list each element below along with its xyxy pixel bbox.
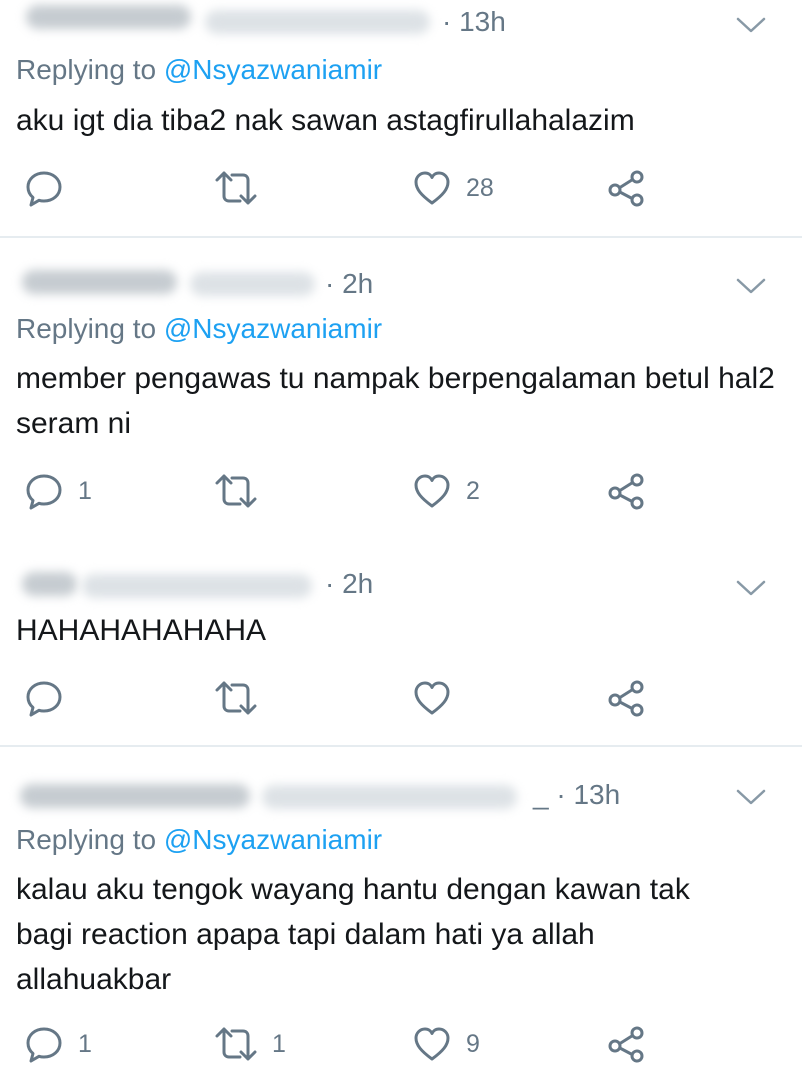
like-count: 2 <box>466 476 480 505</box>
author-handle-redacted <box>190 272 315 296</box>
share-button[interactable] <box>606 1024 646 1064</box>
author-handle-redacted <box>205 10 430 34</box>
share-button[interactable] <box>606 168 646 208</box>
heart-icon <box>412 168 452 208</box>
tweet-text: aku igt dia tiba2 nak sawan astagfirulla… <box>16 104 635 137</box>
tweet-1[interactable]: · 13h Replying to @Nsyazwaniamir aku igt… <box>0 0 802 238</box>
chevron-down-icon[interactable] <box>736 787 766 807</box>
retweet-button[interactable]: 1 <box>214 1024 286 1064</box>
heart-icon <box>412 678 452 718</box>
reply-button[interactable]: 1 <box>24 471 92 511</box>
share-nodes-icon <box>606 168 646 208</box>
speech-bubble-icon <box>24 1024 64 1064</box>
author-name-redacted <box>22 270 177 294</box>
tweet-text: kalau aku tengok wayang hantu dengan kaw… <box>16 873 690 996</box>
like-count: 9 <box>466 1029 480 1058</box>
heart-icon <box>412 471 452 511</box>
retweet-icon <box>214 168 258 208</box>
reply-button[interactable]: 1 <box>24 1024 92 1064</box>
reply-count: 1 <box>78 1029 92 1058</box>
reply-count: 1 <box>78 476 92 505</box>
retweet-button[interactable] <box>214 471 272 511</box>
share-nodes-icon <box>606 471 646 511</box>
author-name-redacted <box>26 5 191 29</box>
reply-button[interactable] <box>24 168 78 208</box>
replying-to-handle-link[interactable]: @Nsyazwaniamir <box>164 824 382 855</box>
retweet-icon <box>214 678 258 718</box>
heart-icon <box>412 1024 452 1064</box>
replying-to-handle-link[interactable]: @Nsyazwaniamir <box>164 313 382 344</box>
author-name-redacted <box>20 784 250 808</box>
retweet-button[interactable] <box>214 168 272 208</box>
retweet-button[interactable] <box>214 678 272 718</box>
retweet-icon <box>214 471 258 511</box>
tweet-timestamp: _ · 13h <box>533 779 621 810</box>
reply-button[interactable] <box>24 678 78 718</box>
like-button[interactable]: 28 <box>412 168 494 208</box>
tweet-4[interactable]: _ · 13h Replying to @Nsyazwaniamir kalau… <box>0 747 802 1080</box>
share-nodes-icon <box>606 678 646 718</box>
chevron-down-icon[interactable] <box>736 15 766 35</box>
retweet-count: 1 <box>272 1029 286 1058</box>
like-button[interactable]: 2 <box>412 471 480 511</box>
share-button[interactable] <box>606 678 646 718</box>
like-count: 28 <box>466 173 494 202</box>
like-button[interactable]: 9 <box>412 1024 480 1064</box>
replying-to: Replying to @Nsyazwaniamir <box>16 824 383 855</box>
tweet-timestamp: · 2h <box>325 568 374 599</box>
replying-to: Replying to @Nsyazwaniamir <box>16 54 383 85</box>
speech-bubble-icon <box>24 168 64 208</box>
replying-to-handle-link[interactable]: @Nsyazwaniamir <box>164 54 382 85</box>
tweet-2[interactable]: · 2h Replying to @Nsyazwaniamir member p… <box>0 238 802 546</box>
author-name-redacted <box>22 572 77 596</box>
chevron-down-icon[interactable] <box>736 276 766 296</box>
share-button[interactable] <box>606 471 646 511</box>
tweet-timestamp: · 13h <box>442 6 506 37</box>
like-button[interactable] <box>412 678 466 718</box>
author-handle-redacted <box>262 785 517 809</box>
retweet-icon <box>214 1024 258 1064</box>
replying-to: Replying to @Nsyazwaniamir <box>16 313 383 344</box>
chevron-down-icon[interactable] <box>736 578 766 598</box>
tweet-3[interactable]: · 2h HAHAHAHAHAHA <box>0 546 802 746</box>
speech-bubble-icon <box>24 678 64 718</box>
tweet-text: HAHAHAHAHAHA <box>16 614 267 647</box>
share-nodes-icon <box>606 1024 646 1064</box>
tweet-timestamp: · 2h <box>325 268 374 299</box>
author-handle-redacted <box>82 574 312 598</box>
speech-bubble-icon <box>24 471 64 511</box>
tweet-text: member pengawas tu nampak berpengalaman … <box>16 362 775 440</box>
